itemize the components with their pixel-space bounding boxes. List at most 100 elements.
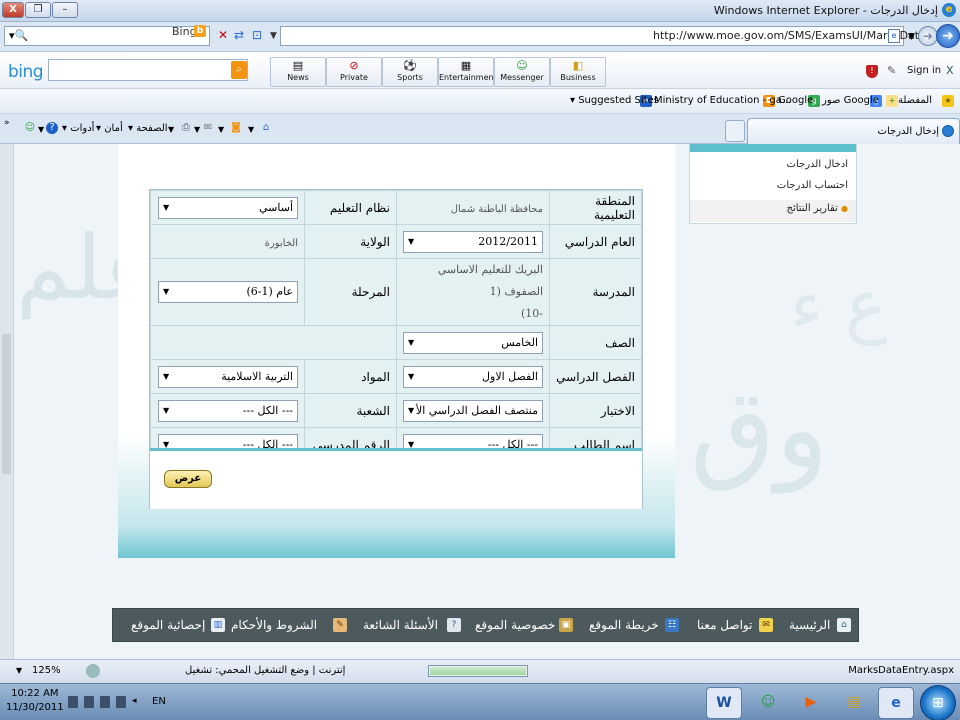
network-icon[interactable] — [84, 696, 94, 708]
print-dropdown-icon[interactable]: ▼ — [168, 125, 174, 134]
bing-search-input[interactable] — [48, 59, 248, 81]
ie-task-icon[interactable]: e — [878, 687, 914, 719]
messenger-task-icon[interactable]: ☺ — [750, 687, 786, 719]
exam-select[interactable]: منتصف الفصل الدراسي الأ ▼ — [403, 399, 543, 422]
stop-icon[interactable]: ✕ — [218, 28, 228, 42]
chevron-down-icon: ▼ — [163, 287, 170, 296]
home-icon[interactable]: ⌂ — [260, 122, 272, 134]
zoom-dropdown-icon[interactable]: ▼ — [16, 666, 22, 675]
start-button[interactable]: ⊞ — [920, 685, 956, 720]
scrollbar-thumb[interactable] — [2, 334, 11, 474]
maximize-window-button[interactable]: ❐ — [25, 2, 51, 18]
word-task-icon[interactable]: W — [706, 687, 742, 719]
window-title-bar: X ❐ – Windows Internet Explorer - إدخال … — [0, 0, 960, 22]
security-zone-text: إنترنت | وضع التشغيل المحمي: تشغيل — [185, 665, 346, 676]
add-favorite-icon[interactable]: + — [886, 95, 898, 107]
footer-link-faq[interactable]: الأسئلة الشائعة — [363, 618, 438, 632]
tools-menu[interactable]: ▾ أدوات — [62, 123, 94, 134]
mail-icon[interactable]: ✉ — [202, 122, 214, 134]
side-item-calc-marks[interactable]: احتساب الدرجات — [777, 180, 848, 191]
address-input[interactable]: http://www.moe.gov.om/SMS/ExamsUI/MarksD… — [280, 26, 960, 46]
shield-icon[interactable]: ! — [866, 65, 878, 78]
footer-link-terms[interactable]: الشروط والأحكام — [231, 618, 317, 632]
footer-link-statistics[interactable]: إحصائية الموقع — [131, 618, 205, 632]
side-item-results-reports[interactable]: تقارير النتائج ● — [690, 200, 856, 222]
semester-select[interactable]: الفصل الاول ▼ — [403, 365, 543, 388]
home-dropdown-icon[interactable]: ▼ — [248, 125, 254, 134]
language-indicator[interactable]: EN — [152, 696, 166, 707]
favorites-star-icon[interactable]: ★ — [942, 95, 954, 107]
subject-select[interactable]: التربية الاسلامية ▼ — [158, 365, 298, 388]
entertainment-button[interactable]: ▦ Entertainment — [438, 57, 497, 87]
back-button[interactable]: ➜ — [936, 24, 960, 48]
business-button[interactable]: ◧ Business — [550, 57, 606, 87]
news-icon: ▤ — [292, 59, 304, 72]
home-icon: ⌂ — [837, 618, 851, 632]
side-item-enter-marks[interactable]: ادخال الدرجات — [787, 159, 848, 170]
minimize-window-button[interactable]: – — [52, 2, 78, 18]
window-title: Windows Internet Explorer - إدخال الدرجا… — [713, 4, 938, 17]
messenger-small-icon[interactable]: ☺ — [24, 122, 36, 134]
feeds-dropdown-icon[interactable]: ▼ — [218, 125, 224, 134]
footer-link-privacy[interactable]: خصوصية الموقع — [475, 618, 555, 632]
background-calligraphy-right: وق — [690, 365, 829, 493]
power-icon[interactable] — [100, 696, 110, 708]
help-dropdown-icon[interactable]: ▼ — [38, 125, 44, 134]
volume-icon[interactable] — [68, 696, 78, 708]
forward-button[interactable]: ➜ — [918, 26, 938, 46]
stats-chart-icon: ▥ — [211, 618, 225, 632]
feeds-icon[interactable]: ◙ — [230, 122, 242, 134]
close-window-button[interactable]: X — [2, 2, 24, 18]
marks-filter-form: المنطقة التعليمية محافظة الباطنة شمال نظ… — [150, 190, 642, 462]
private-button[interactable]: ⊘ Private — [326, 57, 382, 87]
fav-google-images[interactable]: صور Google — [822, 95, 879, 106]
fav-ministry[interactable]: Ministry of Education - ga... — [654, 95, 791, 106]
chevron-more-icon[interactable]: » — [4, 118, 10, 128]
flag-icon[interactable] — [116, 696, 126, 708]
footer-link-sitemap[interactable]: خريطة الموقع — [589, 618, 659, 632]
new-tab-button[interactable] — [725, 120, 745, 142]
fav-suggested-sites[interactable]: ▾ Suggested Sites — [570, 95, 659, 106]
mail-dropdown-icon[interactable]: ▼ — [194, 125, 200, 134]
news-button[interactable]: ▤ News — [270, 57, 326, 87]
stage-select[interactable]: عام (1-6) ▼ — [158, 281, 298, 303]
section-select[interactable]: --- الكل --- ▼ — [158, 399, 298, 422]
media-player-task-icon[interactable]: ▶ — [793, 687, 829, 719]
sports-button[interactable]: ⚽ Sports — [382, 57, 438, 87]
footer-link-contact[interactable]: تواصل معنا — [697, 618, 752, 632]
tab-active[interactable]: إدخال الدرجات — [747, 118, 960, 144]
wrench-icon[interactable]: ✎ — [887, 64, 896, 77]
messenger-button[interactable]: ☺ Messenger — [494, 57, 550, 87]
show-button[interactable]: عرض — [164, 470, 212, 488]
sign-in-link[interactable]: Sign in — [907, 65, 941, 76]
globe-icon[interactable] — [86, 664, 100, 678]
toolbar-close-button[interactable]: X — [946, 64, 954, 77]
footer-link-home[interactable]: الرئيسية — [789, 618, 830, 632]
address-history-dropdown-icon[interactable]: ▼ — [270, 31, 277, 41]
zoom-level[interactable]: 125% — [32, 665, 61, 676]
bing-icon[interactable]: b — [194, 25, 206, 37]
vertical-scrollbar[interactable] — [0, 144, 14, 659]
system-select[interactable]: أساسي ▼ — [158, 196, 298, 219]
help-icon[interactable]: ? — [46, 122, 58, 134]
favorites-button[interactable]: المفضلة — [898, 95, 932, 106]
safety-menu[interactable]: ▾ أمان — [96, 123, 123, 134]
page-menu[interactable]: ▾ الصفحة — [128, 123, 168, 134]
page-favicon: e — [888, 29, 900, 43]
recent-pages-dropdown-icon[interactable]: ▼ — [908, 32, 915, 42]
bullet-icon: ● — [841, 204, 848, 213]
show-hidden-icons[interactable]: ◂ — [132, 696, 137, 706]
print-icon[interactable]: ⎙ — [180, 122, 192, 134]
refresh-icon[interactable]: ⇄ — [234, 28, 244, 42]
explorer-task-icon[interactable]: ▤ — [836, 687, 872, 719]
bing-search-button[interactable]: ⌕ — [231, 61, 247, 79]
search-dropdown-icon[interactable]: ▾🔍 — [9, 29, 28, 42]
grade-select[interactable]: الخامس ▼ — [403, 331, 543, 354]
compatibility-view-icon[interactable]: ⊡ — [252, 28, 262, 42]
chevron-down-icon: ▼ — [408, 236, 415, 246]
bing-toolbar: bing ⌕ ▤ News ⊘ Private ⚽ Sports ▦ Entertain… — [0, 53, 960, 89]
search-provider-label: Bing — [172, 25, 197, 38]
system-label: نظام التعليم — [304, 190, 397, 225]
year-select[interactable]: 2012/2011 ▼ — [403, 230, 543, 253]
system-clock[interactable]: 10:22 AM 11/30/2011 — [6, 687, 64, 715]
